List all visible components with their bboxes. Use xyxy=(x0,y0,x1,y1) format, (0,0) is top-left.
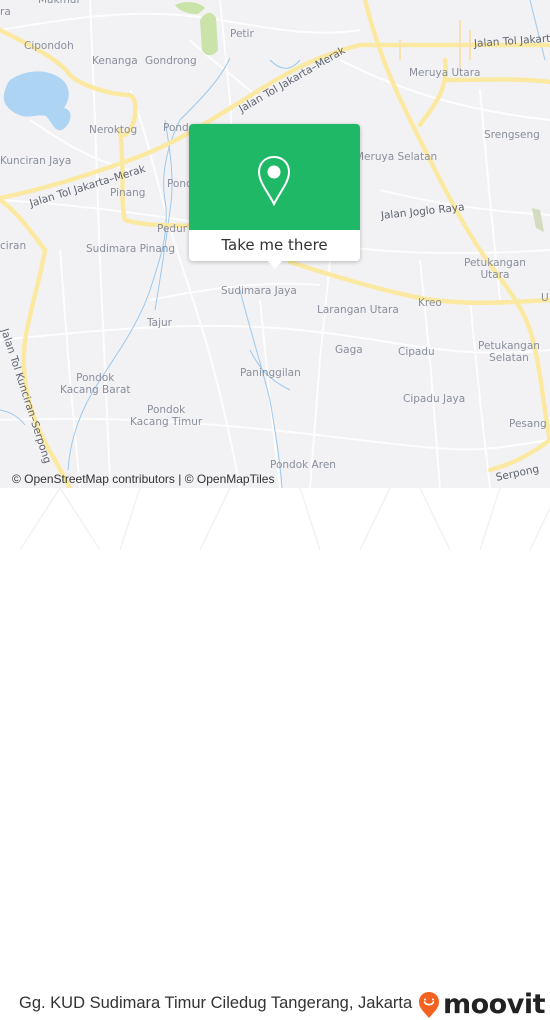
place-label-makmur: Makmur xyxy=(38,0,81,6)
popup-header xyxy=(189,124,360,230)
place-label-sudimara-jaya: Sudimara Jaya xyxy=(221,285,297,297)
location-popup: Take me there xyxy=(189,124,360,269)
moovit-logo[interactable]: moovit xyxy=(418,989,546,1020)
place-label-petukangan-selatan: Petukangan Selatan xyxy=(478,340,540,364)
place-label-neroktog: Neroktog xyxy=(89,124,138,136)
place-label-pondok-kacang-barat: Pondok Kacang Barat xyxy=(60,372,131,396)
place-label-pondok: Pond xyxy=(163,122,189,134)
place-label-cipondoh: Cipondoh xyxy=(24,40,74,52)
place-label-pondok-kacang-timur: Pondok Kacang Timur xyxy=(130,404,203,428)
place-label-petukangan-utara: Petukangan Utara xyxy=(464,257,526,281)
place-label-tajur: Tajur xyxy=(147,317,172,329)
place-label-cipadu: Cipadu xyxy=(398,346,435,358)
take-me-there-button[interactable]: Take me there xyxy=(189,230,360,261)
place-label-pedurenan: Pedur xyxy=(157,223,188,235)
place-label-gondrong: Gondrong xyxy=(145,55,197,67)
place-label-srengseng: Srengseng xyxy=(484,129,540,141)
popup-arrow xyxy=(267,260,283,269)
place-label-petir: Petir xyxy=(230,28,254,40)
place-label-kunciran-jaya: Kunciran Jaya xyxy=(0,155,72,167)
place-label-pinang: Pinang xyxy=(110,187,146,199)
place-label-kenanga: Kenanga xyxy=(92,55,138,67)
map-view[interactable]: Cipondoh Kenanga Gondrong Petir Meruya U… xyxy=(0,0,550,488)
place-label-ra: ra xyxy=(0,6,11,18)
moovit-wordmark: moovit xyxy=(443,989,546,1020)
place-label-kunciran: ciran xyxy=(0,240,27,252)
map-attribution[interactable]: © OpenStreetMap contributors | © OpenMap… xyxy=(12,472,274,486)
park xyxy=(200,12,218,56)
place-label-pondok-aren: Pondok Aren xyxy=(270,459,336,471)
place-label-pesanggrahan: Pesang xyxy=(509,418,547,430)
place-label-cipadu-jaya: Cipadu Jaya xyxy=(403,393,466,405)
moovit-pin-icon xyxy=(419,992,439,1018)
place-label-paninggilan: Paninggilan xyxy=(240,367,301,379)
footer-pattern xyxy=(19,488,550,550)
footer: Gg. KUD Sudimara Timur Ciledug Tangerang… xyxy=(0,488,550,1019)
place-label-meruya-utara: Meruya Utara xyxy=(409,67,481,79)
place-label-meruya-selatan: Meruya Selatan xyxy=(355,151,438,163)
map-pin-icon xyxy=(257,155,291,207)
place-label-u: U xyxy=(541,292,549,304)
location-title: Gg. KUD Sudimara Timur Ciledug Tangerang… xyxy=(19,994,413,1012)
place-label-kreo: Kreo xyxy=(418,297,442,309)
place-label-gaga: Gaga xyxy=(335,344,363,356)
place-label-larangan-utara: Larangan Utara xyxy=(317,304,399,316)
place-label-sudimara-pinang: Sudimara Pinang xyxy=(86,243,176,255)
